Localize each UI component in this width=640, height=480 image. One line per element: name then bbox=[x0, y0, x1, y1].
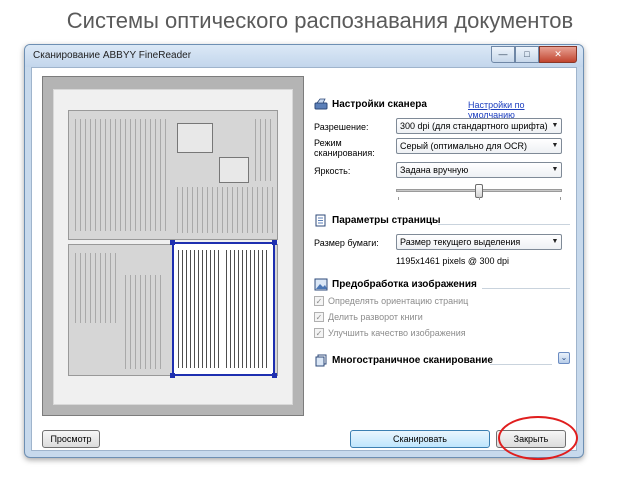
slide-title: Системы оптического распознавания докуме… bbox=[66, 8, 574, 33]
scan-mode-value: Серый (оптимально для OCR) bbox=[400, 141, 528, 151]
checkbox-checked-icon[interactable]: ✓ bbox=[314, 311, 324, 322]
scan-dialog: Сканирование ABBYY FineReader — □ ✕ Наст… bbox=[24, 44, 584, 458]
brightness-slider-thumb[interactable] bbox=[475, 184, 483, 198]
page-text-block bbox=[255, 119, 273, 181]
brightness-value: Задана вручную bbox=[400, 165, 469, 175]
preview-canvas bbox=[53, 89, 293, 405]
checkbox-checked-icon[interactable]: ✓ bbox=[314, 295, 324, 306]
image-enhance-icon bbox=[314, 278, 328, 291]
option-label: Определять ориентацию страниц bbox=[328, 295, 469, 306]
close-button-highlight bbox=[498, 416, 578, 460]
scanner-icon bbox=[314, 98, 328, 111]
resolution-value: 300 dpi (для стандартного шрифта) bbox=[400, 121, 548, 131]
chevron-down-icon: ▼ bbox=[551, 166, 559, 173]
option-label: Делить разворот книги bbox=[328, 311, 423, 322]
figure-image bbox=[219, 157, 249, 183]
option-split-spread[interactable]: ✓ Делить разворот книги bbox=[314, 310, 423, 323]
selection-handle[interactable] bbox=[170, 373, 175, 378]
dialog-content: Настройки сканера Настройки по умолчанию… bbox=[31, 67, 577, 451]
expand-chevron-icon[interactable]: ⌄ bbox=[558, 352, 570, 364]
paper-size-label: Размер бумаги: bbox=[314, 238, 379, 248]
scan-mode-label-line1: Режим bbox=[314, 138, 342, 148]
paper-size-value: Размер текущего выделения bbox=[400, 237, 521, 247]
option-label: Улучшить качество изображения bbox=[328, 327, 466, 338]
section-divider bbox=[490, 364, 552, 365]
page-params-header: Параметры страницы bbox=[314, 212, 441, 228]
chevron-down-icon: ▼ bbox=[551, 142, 559, 149]
page-text-block bbox=[177, 187, 273, 233]
multipage-header: Многостраничное сканирование bbox=[314, 352, 493, 368]
title-bar: Сканирование ABBYY FineReader — □ ✕ bbox=[25, 45, 583, 67]
page-text-block bbox=[75, 253, 119, 323]
chevron-down-icon: ▼ bbox=[551, 238, 559, 245]
brightness-label: Яркость: bbox=[314, 166, 351, 176]
scan-button[interactable]: Сканировать bbox=[350, 430, 490, 448]
scan-mode-select[interactable]: Серый (оптимально для OCR) ▼ bbox=[396, 138, 562, 154]
maximize-button[interactable]: □ bbox=[515, 46, 539, 63]
window-controls: — □ ✕ bbox=[491, 46, 577, 64]
resolution-select[interactable]: 300 dpi (для стандартного шрифта) ▼ bbox=[396, 118, 562, 134]
option-enhance-image[interactable]: ✓ Улучшить качество изображения bbox=[314, 326, 466, 339]
selection-handle[interactable] bbox=[170, 240, 175, 245]
option-detect-orientation[interactable]: ✓ Определять ориентацию страниц bbox=[314, 294, 468, 307]
slider-tick bbox=[560, 197, 561, 200]
paper-size-select[interactable]: Размер текущего выделения ▼ bbox=[396, 234, 562, 250]
selection-handle[interactable] bbox=[272, 373, 277, 378]
page-size-info: 1195x1461 pixels @ 300 dpi bbox=[396, 256, 510, 266]
scanner-settings-header: Настройки сканера bbox=[314, 96, 427, 112]
preview-button[interactable]: Просмотр bbox=[42, 430, 100, 448]
section-title: Предобработка изображения bbox=[332, 278, 477, 290]
section-divider bbox=[482, 288, 570, 289]
window-title: Сканирование ABBYY FineReader bbox=[33, 50, 192, 61]
minimize-button[interactable]: — bbox=[491, 46, 515, 63]
preprocessing-header: Предобработка изображения bbox=[314, 276, 477, 292]
page-text-block bbox=[178, 250, 220, 368]
section-title: Параметры страницы bbox=[332, 214, 441, 226]
close-window-button[interactable]: ✕ bbox=[539, 46, 577, 63]
selection-handle[interactable] bbox=[272, 240, 277, 245]
default-settings-link[interactable]: Настройки по умолчанию bbox=[468, 100, 572, 120]
book-spread-top bbox=[68, 110, 278, 240]
section-title: Настройки сканера bbox=[332, 98, 427, 110]
chevron-down-icon: ▼ bbox=[551, 122, 559, 129]
resolution-label: Разрешение: bbox=[314, 122, 369, 132]
figure-image bbox=[177, 123, 213, 153]
section-title: Многостраничное сканирование bbox=[332, 354, 493, 366]
slider-tick bbox=[398, 197, 399, 200]
page-icon bbox=[314, 214, 328, 227]
scan-preview[interactable] bbox=[42, 76, 304, 416]
multipage-icon bbox=[314, 354, 328, 367]
checkbox-checked-icon[interactable]: ✓ bbox=[314, 327, 324, 338]
slider-tick bbox=[479, 197, 480, 200]
scan-mode-label-line2: сканирования: bbox=[314, 148, 375, 158]
page-text-block bbox=[125, 275, 165, 369]
settings-panel: Настройки сканера Настройки по умолчанию… bbox=[314, 76, 572, 416]
section-divider bbox=[438, 224, 570, 225]
page-text-block bbox=[75, 119, 167, 231]
page-text-block bbox=[226, 250, 270, 368]
brightness-select[interactable]: Задана вручную ▼ bbox=[396, 162, 562, 178]
selection-area[interactable] bbox=[170, 240, 277, 378]
